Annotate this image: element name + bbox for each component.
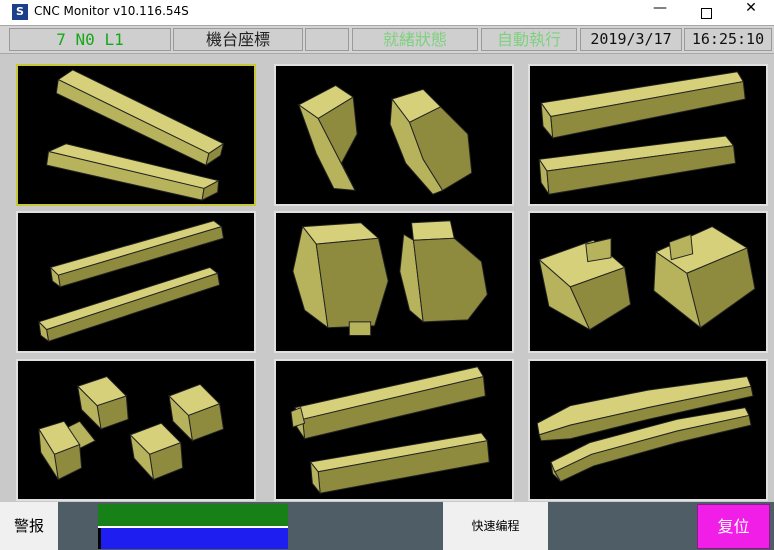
part-tile-straight-bars-slotted[interactable] xyxy=(528,64,768,206)
reset-button[interactable]: 复位 xyxy=(697,504,770,549)
bottom-toolbar: 警报 快速编程 复位 xyxy=(0,502,774,550)
part-tile-curved-channels[interactable] xyxy=(274,64,514,206)
empty-status-cell xyxy=(305,28,349,51)
date-display: 2019/3/17 xyxy=(580,28,682,51)
flared-blocks-preview xyxy=(538,226,756,331)
maximize-button[interactable] xyxy=(683,0,729,25)
part-tile-square-bars[interactable] xyxy=(274,359,514,501)
machine-coordinates-button[interactable]: 機台座標 xyxy=(173,28,303,51)
straight-bars-slotted-preview xyxy=(538,71,746,195)
part-tile-dumbbell-blocks[interactable] xyxy=(16,359,256,501)
alarm-label: 警报 xyxy=(0,502,58,550)
barrel-blocks-preview xyxy=(292,220,488,336)
minimize-button[interactable]: — xyxy=(637,0,683,25)
app-logo-icon: S xyxy=(12,4,28,20)
progress-indicator xyxy=(98,504,288,549)
part-tile-tapered-rods[interactable] xyxy=(528,359,768,501)
mode-indicator: 7 N0 L1 xyxy=(9,28,171,51)
s-bent-bars-preview xyxy=(37,220,225,343)
quick-program-button[interactable]: 快速编程 xyxy=(443,502,548,550)
maximize-icon xyxy=(700,8,712,19)
window-titlebar: S CNC Monitor v10.116.54S — ✕ xyxy=(0,0,774,25)
window-title: CNC Monitor v10.116.54S xyxy=(34,4,189,18)
part-tile-barrel-blocks[interactable] xyxy=(274,211,514,353)
close-button[interactable]: ✕ xyxy=(728,0,774,25)
curved-channels-preview xyxy=(297,84,473,195)
progress-bar-bottom xyxy=(98,528,288,549)
ready-state-indicator: 就緒狀態 xyxy=(352,28,478,51)
part-tile-s-bent-bars[interactable] xyxy=(16,211,256,353)
auto-execute-indicator: 自動執行 xyxy=(481,28,577,51)
part-preview-grid xyxy=(0,54,774,502)
part-tile-flared-blocks[interactable] xyxy=(528,211,768,353)
part-tile-twisted-bars[interactable] xyxy=(16,64,256,206)
tapered-rods-preview xyxy=(536,376,754,483)
progress-bar-top xyxy=(98,504,288,526)
square-bars-preview xyxy=(290,366,490,495)
twisted-bars-preview xyxy=(46,69,225,201)
status-header: 7 N0 L1 機台座標 就緒狀態 自動執行 2019/3/17 16:25:1… xyxy=(0,25,774,54)
dumbbell-blocks-preview xyxy=(38,375,225,482)
time-display: 16:25:10 xyxy=(684,28,772,51)
